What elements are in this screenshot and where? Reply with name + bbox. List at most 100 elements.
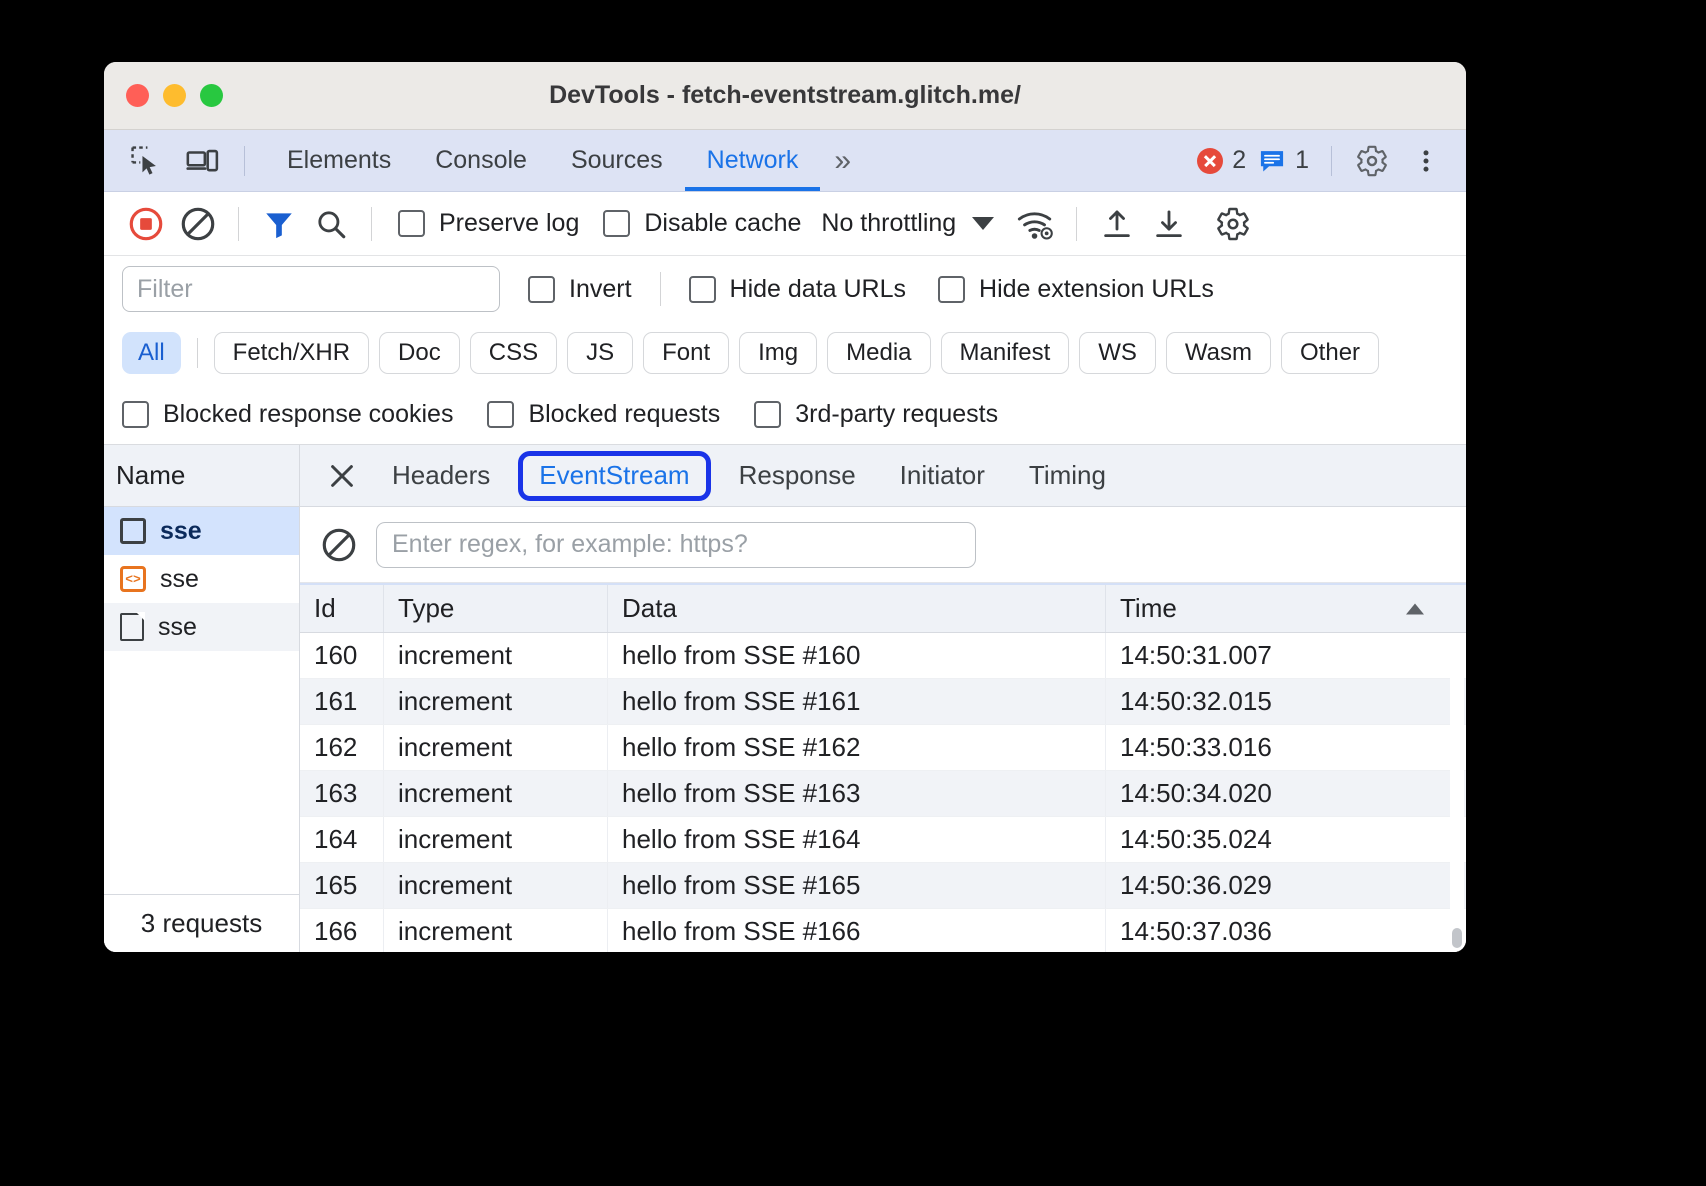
tab-sources[interactable]: Sources (549, 130, 685, 191)
chip-media[interactable]: Media (827, 332, 930, 374)
filter-funnel-icon[interactable] (255, 200, 303, 248)
settings-gear-icon[interactable] (1348, 137, 1396, 185)
vertical-scrollbar[interactable] (1450, 633, 1464, 952)
message-count-label: 1 (1295, 146, 1309, 175)
table-row[interactable]: 166 increment hello from SSE #166 14:50:… (300, 909, 1466, 952)
preserve-log-box (398, 210, 425, 237)
tab-network[interactable]: Network (685, 130, 821, 191)
invert-box (528, 276, 555, 303)
chip-all[interactable]: All (122, 332, 181, 374)
detail-tab-eventstream[interactable]: EventStream (518, 451, 710, 501)
chip-ws[interactable]: WS (1079, 332, 1156, 374)
request-row-1[interactable]: sse (104, 507, 299, 555)
message-count-group[interactable]: 1 (1258, 146, 1309, 175)
chip-css[interactable]: CSS (470, 332, 557, 374)
clear-eventstream-icon[interactable] (320, 526, 358, 564)
scrollbar-thumb[interactable] (1452, 928, 1462, 948)
detail-tab-response[interactable]: Response (717, 445, 878, 506)
detail-tab-headers[interactable]: Headers (370, 445, 512, 506)
message-icon (1258, 147, 1286, 175)
cell-data: hello from SSE #162 (608, 725, 1106, 770)
toolbar-divider-3 (1076, 207, 1077, 241)
third-party-requests-label: 3rd-party requests (795, 400, 998, 429)
table-row[interactable]: 161 increment hello from SSE #161 14:50:… (300, 679, 1466, 725)
cell-time: 14:50:36.029 (1106, 863, 1466, 908)
eventstream-regex-input[interactable]: Enter regex, for example: https? (376, 522, 976, 568)
blocked-requests-box (487, 401, 514, 428)
chip-other[interactable]: Other (1281, 332, 1379, 374)
cell-type: increment (384, 725, 608, 770)
chip-img[interactable]: Img (739, 332, 817, 374)
hide-extension-urls-box (938, 276, 965, 303)
chip-doc[interactable]: Doc (379, 332, 460, 374)
eventstream-regex-placeholder: Enter regex, for example: https? (392, 530, 748, 559)
network-settings-gear-icon[interactable] (1209, 200, 1257, 248)
request-row-2[interactable]: <> sse (104, 555, 299, 603)
column-header-data[interactable]: Data (608, 585, 1106, 632)
eventstream-table: Id Type Data Time 160 (300, 583, 1466, 952)
table-row[interactable]: 163 increment hello from SSE #163 14:50:… (300, 771, 1466, 817)
hide-data-urls-checkbox[interactable]: Hide data URLs (689, 275, 906, 304)
chip-fetch-xhr[interactable]: Fetch/XHR (214, 332, 369, 374)
column-header-time[interactable]: Time (1106, 585, 1466, 632)
filter-input[interactable]: Filter (122, 266, 500, 312)
table-row[interactable]: 162 increment hello from SSE #162 14:50:… (300, 725, 1466, 771)
chip-manifest[interactable]: Manifest (941, 332, 1070, 374)
tab-sources-label: Sources (571, 146, 663, 175)
detail-tab-initiator[interactable]: Initiator (878, 445, 1007, 506)
blocked-response-cookies-checkbox[interactable]: Blocked response cookies (122, 400, 453, 429)
request-row-3[interactable]: sse (104, 603, 299, 651)
network-conditions-wifi-icon[interactable] (1012, 200, 1060, 248)
more-tabs-chevron-icon[interactable]: » (820, 130, 865, 191)
search-icon[interactable] (307, 200, 355, 248)
chip-wasm[interactable]: Wasm (1166, 332, 1271, 374)
third-party-requests-checkbox[interactable]: 3rd-party requests (754, 400, 998, 429)
chip-fetch-xhr-label: Fetch/XHR (233, 339, 350, 367)
column-header-type[interactable]: Type (384, 585, 608, 632)
blocked-requests-checkbox[interactable]: Blocked requests (487, 400, 720, 429)
tab-network-label: Network (707, 146, 799, 175)
device-toolbar-icon[interactable] (178, 137, 226, 185)
disable-cache-checkbox[interactable]: Disable cache (603, 209, 801, 238)
eventstream-filter-bar: Enter regex, for example: https? (300, 507, 1466, 583)
clear-network-log-icon[interactable] (174, 200, 222, 248)
detail-tab-timing[interactable]: Timing (1007, 445, 1128, 506)
error-count-group[interactable]: 2 (1197, 146, 1246, 175)
minimize-window-button[interactable] (163, 84, 186, 107)
preserve-log-checkbox[interactable]: Preserve log (398, 209, 579, 238)
inspect-element-icon[interactable] (122, 137, 170, 185)
more-options-kebab-icon[interactable] (1402, 137, 1450, 185)
request-row-3-label: sse (158, 613, 197, 642)
column-header-id[interactable]: Id (300, 585, 384, 632)
column-header-type-label: Type (398, 593, 454, 624)
chip-font[interactable]: Font (643, 332, 729, 374)
invert-checkbox[interactable]: Invert (528, 275, 632, 304)
table-row[interactable]: 165 increment hello from SSE #165 14:50:… (300, 863, 1466, 909)
requests-name-header[interactable]: Name (104, 445, 299, 507)
table-row[interactable]: 160 increment hello from SSE #160 14:50:… (300, 633, 1466, 679)
tab-elements[interactable]: Elements (265, 130, 413, 191)
network-toolbar: Preserve log Disable cache No throttling (104, 192, 1466, 256)
record-stop-icon[interactable] (122, 200, 170, 248)
blocked-filters-row: Blocked response cookies Blocked request… (104, 384, 1466, 444)
hide-data-urls-label: Hide data URLs (730, 275, 906, 304)
throttling-dropdown[interactable]: No throttling (821, 209, 994, 238)
network-body: Name sse <> sse sse 3 requests (104, 444, 1466, 952)
close-window-button[interactable] (126, 84, 149, 107)
maximize-window-button[interactable] (200, 84, 223, 107)
tab-console[interactable]: Console (413, 130, 549, 191)
export-har-download-icon[interactable] (1145, 200, 1193, 248)
table-row[interactable]: 164 increment hello from SSE #164 14:50:… (300, 817, 1466, 863)
requests-sidebar: Name sse <> sse sse 3 requests (104, 445, 300, 952)
third-party-requests-box (754, 401, 781, 428)
cell-data: hello from SSE #165 (608, 863, 1106, 908)
eventstream-table-body: 160 increment hello from SSE #160 14:50:… (300, 633, 1466, 952)
cell-type: increment (384, 679, 608, 724)
close-detail-icon[interactable] (314, 461, 370, 491)
error-icon (1197, 148, 1223, 174)
import-har-upload-icon[interactable] (1093, 200, 1141, 248)
chip-js[interactable]: JS (567, 332, 633, 374)
cell-type: increment (384, 633, 608, 678)
hide-extension-urls-checkbox[interactable]: Hide extension URLs (938, 275, 1214, 304)
preserve-log-label: Preserve log (439, 209, 579, 238)
